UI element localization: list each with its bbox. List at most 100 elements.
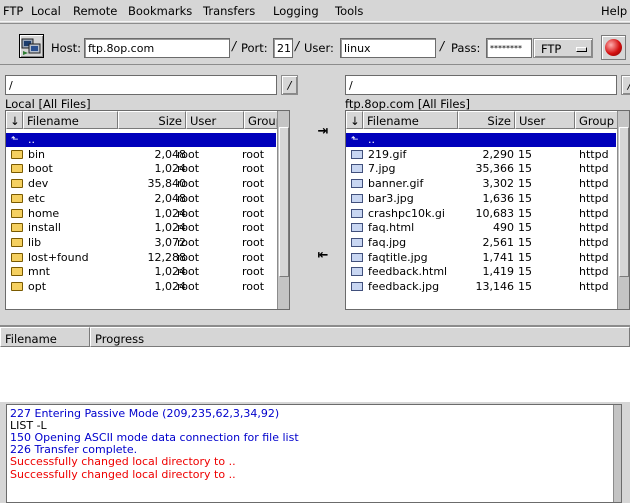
connect-button[interactable]: [19, 34, 44, 58]
upload-arrow-button[interactable]: ⇥: [313, 125, 333, 141]
remote-file-row[interactable]: faqtitle.jpg 1,741 15 httpd: [346, 251, 616, 265]
scroll-thumb[interactable]: [619, 127, 629, 277]
folder-icon: [11, 164, 23, 174]
remote-file-list[interactable]: ↓ Filename Size User Group ⬑.. 219.gif 2,2…: [345, 110, 630, 310]
cell-name: lib: [28, 235, 42, 249]
cell-size: 35,366: [475, 162, 515, 176]
local-file-row[interactable]: dev 35,840 root root: [6, 177, 276, 191]
cell-group: httpd: [579, 280, 609, 293]
menu-tools[interactable]: Tools: [335, 4, 363, 18]
cell-user: 15: [518, 235, 532, 249]
local-file-row[interactable]: mnt 1,024 root root: [6, 265, 276, 279]
local-col-user[interactable]: User: [186, 111, 244, 129]
local-file-row[interactable]: home 1,024 root root: [6, 207, 276, 221]
pass-label: Pass:: [451, 41, 481, 55]
remote-file-row[interactable]: ⬑..: [346, 133, 616, 147]
download-arrow-button[interactable]: ⇤: [313, 249, 333, 265]
cell-user: root: [177, 221, 200, 235]
log-panel[interactable]: 227 Entering Passive Mode (209,235,62,3,…: [6, 404, 622, 503]
local-file-row[interactable]: bin 2,048 root root: [6, 148, 276, 162]
remote-file-row[interactable]: faq.jpg 2,561 15 httpd: [346, 236, 616, 250]
cell-name: faq.jpg: [368, 235, 407, 249]
cell-name: dev: [28, 177, 49, 191]
remote-file-row[interactable]: bar3.jpg 1,636 15 httpd: [346, 192, 616, 206]
cell-group: httpd: [579, 221, 609, 235]
cell-group: httpd: [579, 265, 609, 279]
cell-size: 1,741: [482, 250, 515, 264]
file-icon: [351, 223, 363, 233]
local-vertical-scrollbar[interactable]: [277, 111, 289, 309]
cell-group: httpd: [579, 162, 609, 176]
local-file-row[interactable]: opt 1,024 root root: [6, 280, 276, 294]
local-file-row[interactable]: ⬑..: [6, 133, 276, 147]
cell-user: 15: [518, 265, 532, 279]
port-input[interactable]: 21: [273, 38, 293, 58]
menu-remote[interactable]: Remote: [73, 4, 117, 18]
remote-col-filename[interactable]: Filename: [363, 111, 458, 129]
connection-toolbar: Host: ftp.8op.com / Port: 21 / User: lin…: [0, 23, 630, 65]
cell-user: root: [177, 250, 200, 264]
host-input[interactable]: ftp.8op.com: [84, 38, 230, 58]
user-history-button[interactable]: /: [440, 39, 444, 53]
remote-file-row[interactable]: 7.jpg 35,366 15 httpd: [346, 162, 616, 176]
local-col-filename[interactable]: Filename: [23, 111, 118, 129]
remote-file-row[interactable]: crashpc10k.gi 10,683 15 httpd: [346, 207, 616, 221]
protocol-select[interactable]: FTP: [533, 38, 593, 58]
cell-group: root: [242, 221, 265, 235]
local-file-row[interactable]: lib 3,072 root root: [6, 236, 276, 250]
local-panel-title: Local [All Files]: [5, 97, 91, 111]
remote-file-row[interactable]: faq.html 490 15 httpd: [346, 221, 616, 235]
local-path-history-button[interactable]: /: [281, 75, 298, 95]
remote-col-size[interactable]: Size: [458, 111, 515, 129]
cell-user: 15: [518, 280, 532, 293]
stop-button[interactable]: [601, 35, 626, 60]
cell-group: httpd: [579, 206, 609, 220]
host-history-button[interactable]: /: [232, 39, 236, 53]
menu-transfers[interactable]: Transfers: [203, 4, 255, 18]
remote-file-row[interactable]: feedback.jpg 13,146 15 httpd: [346, 280, 616, 294]
port-history-button[interactable]: /: [295, 39, 299, 53]
cell-group: root: [242, 147, 265, 161]
file-icon: [351, 149, 363, 159]
local-col-size[interactable]: Size: [118, 111, 186, 129]
cell-name: mnt: [28, 265, 50, 279]
remote-path-input[interactable]: /: [345, 75, 617, 95]
local-file-row[interactable]: lost+found 12,288 root root: [6, 251, 276, 265]
local-file-row[interactable]: etc 2,048 root root: [6, 192, 276, 206]
cell-user: 15: [518, 221, 532, 235]
queue-col-filename[interactable]: Filename: [0, 327, 90, 347]
local-col-group[interactable]: Group: [244, 111, 278, 129]
remote-file-row[interactable]: banner.gif 3,302 15 httpd: [346, 177, 616, 191]
menu-bookmarks[interactable]: Bookmarks: [128, 4, 192, 18]
scroll-thumb[interactable]: [279, 127, 289, 277]
cell-user: 15: [518, 162, 532, 176]
user-input[interactable]: linux: [340, 38, 436, 58]
remote-col-group[interactable]: Group: [575, 111, 618, 129]
remote-path-history-button[interactable]: /: [621, 75, 630, 95]
remote-sort-button[interactable]: ↓: [346, 111, 363, 129]
log-line: Successfully changed local directory to …: [10, 467, 236, 481]
menu-help[interactable]: Help: [601, 4, 627, 18]
menu-logging[interactable]: Logging: [273, 4, 319, 18]
menu-ftp[interactable]: FTP: [3, 4, 23, 18]
cell-size: 13,146: [475, 280, 515, 293]
remote-file-row[interactable]: feedback.html 1,419 15 httpd: [346, 265, 616, 279]
local-sort-button[interactable]: ↓: [6, 111, 23, 129]
local-file-list[interactable]: ↓ Filename Size User Group ⬑..bin2,048ro…: [5, 110, 290, 310]
local-file-row[interactable]: boot 1,024 root root: [6, 162, 276, 176]
cell-group: httpd: [579, 191, 609, 205]
menu-local[interactable]: Local: [31, 4, 61, 18]
remote-vertical-scrollbar[interactable]: [617, 111, 629, 309]
local-path-input[interactable]: /: [5, 75, 277, 95]
folder-icon: [11, 237, 23, 247]
password-input[interactable]: ********: [486, 38, 532, 58]
cell-name: banner.gif: [368, 177, 424, 191]
cell-user: 15: [518, 250, 532, 264]
cell-name: bin: [28, 147, 46, 161]
remote-col-user[interactable]: User: [515, 111, 575, 129]
log-scrollbar[interactable]: [613, 405, 621, 502]
transfer-queue-list[interactable]: [0, 347, 630, 402]
queue-col-progress[interactable]: Progress: [90, 327, 630, 347]
local-file-row[interactable]: install 1,024 root root: [6, 221, 276, 235]
remote-file-row[interactable]: 219.gif 2,290 15 httpd: [346, 148, 616, 162]
